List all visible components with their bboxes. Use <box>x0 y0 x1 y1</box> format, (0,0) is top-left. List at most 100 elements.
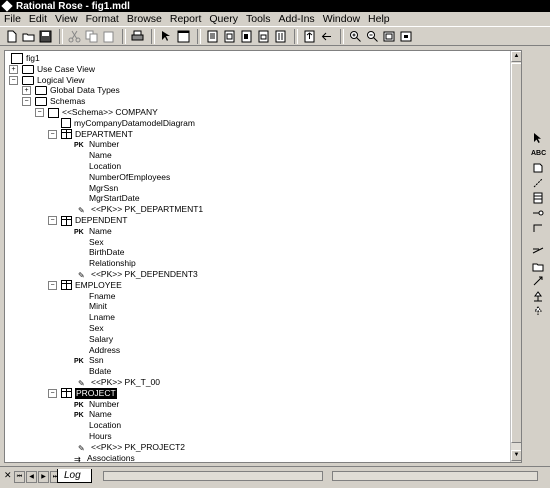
tree-key-constraint[interactable]: ✎ <<PK>> PK_DEPARTMENT1 <box>78 204 203 215</box>
tree-column[interactable]: PK Name <box>74 409 112 420</box>
browse-previous-icon[interactable] <box>319 29 334 44</box>
realize-icon[interactable] <box>531 305 545 318</box>
deployment-diagram-icon[interactable] <box>256 29 271 44</box>
menu-view[interactable]: View <box>51 12 82 26</box>
tree-key-constraint[interactable]: ✎ <<PK>> PK_PROJECT2 <box>78 442 185 453</box>
package-icon[interactable] <box>531 245 545 258</box>
generalization-icon[interactable] <box>531 275 545 288</box>
zoom-out-icon[interactable] <box>365 29 380 44</box>
tree-column[interactable]: Salary <box>74 334 113 345</box>
tree-column[interactable]: Address <box>74 345 120 356</box>
scroll-thumb[interactable] <box>511 63 521 443</box>
collapse-icon[interactable]: − <box>48 216 57 225</box>
tree-logical-view[interactable]: − Logical View <box>9 75 85 86</box>
tree-column[interactable]: Fname <box>74 291 115 302</box>
tree-root[interactable]: fig1 <box>11 53 40 64</box>
print-icon[interactable] <box>130 29 145 44</box>
tree-table-employee[interactable]: − EMPLOYEE <box>48 280 122 291</box>
tree-use-case-view[interactable]: + Use Case View <box>9 64 95 75</box>
tree-table-dependent[interactable]: − DEPENDENT <box>48 215 127 226</box>
collapse-icon[interactable]: − <box>48 129 57 139</box>
scroll-up-button[interactable]: ▲ <box>511 51 521 62</box>
tree-column[interactable]: Location <box>74 161 121 172</box>
new-icon[interactable] <box>4 29 19 44</box>
menu-query[interactable]: Query <box>205 12 242 26</box>
component-diagram-icon[interactable] <box>239 29 254 44</box>
tree-column[interactable]: Bdate <box>74 366 111 377</box>
interface-icon[interactable] <box>531 207 545 220</box>
tree-column[interactable]: Name <box>74 150 112 161</box>
collapse-icon[interactable]: − <box>22 97 31 107</box>
menu-report[interactable]: Report <box>166 12 206 26</box>
prev-tab-icon[interactable]: ◀ <box>26 471 37 483</box>
menu-edit[interactable]: Edit <box>25 12 51 26</box>
collapse-icon[interactable]: − <box>35 108 44 117</box>
save-icon[interactable] <box>38 29 53 44</box>
tree-global-data-types[interactable]: + Global Data Types <box>22 85 120 96</box>
tree-schema[interactable]: − <<Schema>> COMPANY <box>35 107 158 118</box>
note-icon[interactable] <box>531 162 545 175</box>
copy-icon[interactable] <box>84 29 99 44</box>
vertical-scrollbar[interactable]: ▲ ▼ <box>510 51 521 462</box>
fit-window-icon[interactable] <box>382 29 397 44</box>
menu-addins[interactable]: Add-Ins <box>275 12 319 26</box>
anchor-note-icon[interactable] <box>531 177 545 190</box>
context-help-icon[interactable] <box>159 29 174 44</box>
tab-log[interactable]: Log <box>57 469 92 483</box>
browser-toggle-icon[interactable] <box>176 29 191 44</box>
menu-tools[interactable]: Tools <box>242 12 275 26</box>
undo-fit-icon[interactable] <box>399 29 414 44</box>
tree-associations[interactable]: ⇉ Associations <box>74 453 135 462</box>
close-log-icon[interactable]: ✕ <box>4 470 12 481</box>
tree-column[interactable]: Minit <box>74 301 107 312</box>
tree-column[interactable]: PK Ssn <box>74 355 104 366</box>
selection-arrow-icon[interactable] <box>531 132 545 145</box>
cut-icon[interactable] <box>67 29 82 44</box>
tree-column[interactable]: Location <box>74 420 121 431</box>
tree-column[interactable]: PK Number <box>74 139 119 150</box>
realization-icon[interactable] <box>531 290 545 303</box>
tree-column[interactable]: Hours <box>74 431 112 442</box>
menu-browse[interactable]: Browse <box>123 12 166 26</box>
paste-icon[interactable] <box>101 29 116 44</box>
tree-diagram[interactable]: myCompanyDatamodelDiagram <box>61 118 195 129</box>
text-box-icon[interactable]: ABC <box>531 147 546 160</box>
tree-column[interactable]: BirthDate <box>74 247 124 258</box>
menu-help[interactable]: Help <box>364 12 394 26</box>
tree-key-constraint[interactable]: ✎ <<PK>> PK_DEPENDENT3 <box>78 269 198 280</box>
browse-parent-icon[interactable] <box>302 29 317 44</box>
collapse-icon[interactable]: − <box>48 280 57 290</box>
menu-window[interactable]: Window <box>319 12 364 26</box>
tree-column[interactable]: NumberOfEmployees <box>74 172 170 183</box>
tree-column[interactable]: PK Number <box>74 399 119 410</box>
sequence-diagram-icon[interactable] <box>273 29 288 44</box>
first-tab-icon[interactable]: ⏮ <box>14 471 25 483</box>
tree-column[interactable]: Sex <box>74 323 104 334</box>
menu-file[interactable]: File <box>0 12 25 26</box>
class-diagram-icon[interactable] <box>222 29 237 44</box>
horizontal-scrollbar[interactable] <box>332 471 538 481</box>
tree-column[interactable]: MgrStartDate <box>74 193 140 204</box>
next-tab-icon[interactable]: ▶ <box>38 471 49 483</box>
tree-column[interactable]: MgrSsn <box>74 183 118 194</box>
scroll-down-button[interactable]: ▼ <box>511 450 521 461</box>
doc-window-icon[interactable] <box>205 29 220 44</box>
log-horizontal-scrollbar[interactable] <box>103 471 323 481</box>
association-icon[interactable] <box>531 222 545 235</box>
zoom-in-icon[interactable] <box>348 29 363 44</box>
open-icon[interactable] <box>21 29 36 44</box>
collapse-icon[interactable]: − <box>48 388 57 398</box>
class-icon[interactable] <box>531 192 545 205</box>
tree-table-project[interactable]: − PROJECT <box>48 387 117 399</box>
dependency-icon[interactable] <box>531 260 545 273</box>
tree-schemas[interactable]: − Schemas <box>22 96 85 107</box>
menu-format[interactable]: Format <box>82 12 123 26</box>
collapse-icon[interactable]: − <box>9 75 18 85</box>
tree-table-department[interactable]: − DEPARTMENT <box>48 129 133 140</box>
tree-column[interactable]: Relationship <box>74 258 136 269</box>
expand-icon[interactable]: + <box>9 64 18 74</box>
tree-column[interactable]: Lname <box>74 312 115 323</box>
tree-column[interactable]: PK Name <box>74 226 112 237</box>
expand-icon[interactable]: + <box>22 86 31 96</box>
tree-column[interactable]: Sex <box>74 237 104 248</box>
